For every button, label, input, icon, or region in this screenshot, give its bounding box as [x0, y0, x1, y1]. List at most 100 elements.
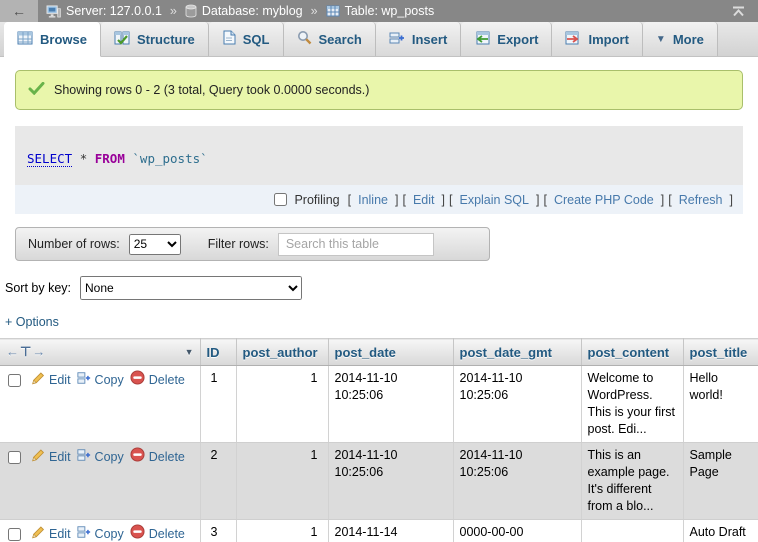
structure-icon	[114, 31, 130, 48]
bracket: [	[348, 193, 351, 207]
tab-bar: Browse Structure SQL Search Insert Expor…	[0, 22, 758, 57]
column-header-post-author[interactable]: post_author	[236, 339, 328, 366]
copy-label: Copy	[95, 449, 124, 466]
delete-label: Delete	[149, 372, 185, 389]
search-icon	[297, 30, 312, 48]
column-header-id[interactable]: ID	[200, 339, 236, 366]
options-toggle-link[interactable]: + Options	[5, 315, 59, 329]
edit-row-link[interactable]: Edit	[31, 448, 71, 467]
cell-post-content	[581, 520, 683, 542]
inline-link[interactable]: Inline	[358, 193, 388, 207]
sort-by-key-select[interactable]: None	[80, 276, 302, 300]
bracket: [	[668, 193, 671, 207]
column-header-post-content[interactable]: post_content	[581, 339, 683, 366]
tab-import[interactable]: Import	[552, 22, 642, 56]
delete-label: Delete	[149, 526, 185, 542]
sql-file-icon	[222, 30, 236, 48]
import-icon	[565, 31, 581, 48]
back-button[interactable]: ←	[0, 0, 38, 22]
tab-search[interactable]: Search	[284, 22, 376, 56]
refresh-link[interactable]: Refresh	[679, 193, 723, 207]
tab-insert[interactable]: Insert	[376, 22, 461, 56]
filter-rows-label: Filter rows:	[208, 237, 269, 251]
cell-post-date: 2014-11-10 10:25:06	[328, 366, 453, 443]
number-of-rows-label: Number of rows:	[28, 237, 120, 251]
breadcrumb-server[interactable]: Server: 127.0.0.1	[66, 4, 162, 18]
table-row: Edit Copy Delete 1 1 2014-11-10 10:25:06…	[0, 366, 758, 443]
delete-row-link[interactable]: Delete	[130, 370, 185, 390]
tab-label: More	[673, 32, 704, 47]
results-table: ←⊤→ ▼ ID post_author post_date post_date…	[0, 338, 758, 542]
edit-row-link[interactable]: Edit	[31, 371, 71, 390]
filter-rows-input[interactable]	[278, 233, 434, 256]
edit-label: Edit	[49, 526, 71, 542]
breadcrumb-separator: »	[311, 4, 318, 18]
edit-query-link[interactable]: Edit	[413, 193, 435, 207]
browse-table-icon	[17, 31, 33, 48]
tab-sql[interactable]: SQL	[209, 22, 284, 56]
tab-more[interactable]: ▼ More	[643, 22, 718, 56]
tab-label: Structure	[137, 32, 195, 47]
table-row: Edit Copy Delete 3 1 2014-11-14 06:33:38…	[0, 520, 758, 542]
row-checkbox[interactable]	[8, 451, 21, 464]
row-options-bar: Number of rows: 25 Filter rows:	[15, 227, 490, 261]
delete-row-link[interactable]: Delete	[130, 447, 185, 467]
copy-row-link[interactable]: Copy	[77, 525, 124, 542]
tab-label: Insert	[412, 32, 447, 47]
actions-dropdown-icon[interactable]: ▼	[185, 347, 194, 357]
pencil-icon	[31, 525, 45, 542]
cell-post-date-gmt: 0000-00-00 00:00:00	[453, 520, 581, 542]
explain-sql-link[interactable]: Explain SQL	[459, 193, 528, 207]
row-checkbox[interactable]	[8, 374, 21, 387]
column-visibility-widget[interactable]: ←⊤→	[6, 344, 46, 360]
tab-label: Search	[319, 32, 362, 47]
cell-post-date: 2014-11-10 10:25:06	[328, 443, 453, 520]
copy-row-link[interactable]: Copy	[77, 448, 124, 467]
sql-query-box: SELECT * FROM `wp_posts`	[15, 126, 743, 185]
column-header-post-date[interactable]: post_date	[328, 339, 453, 366]
row-checkbox[interactable]	[8, 528, 21, 541]
profiling-checkbox[interactable]	[274, 193, 287, 206]
cell-post-author: 1	[236, 366, 328, 443]
copy-icon	[77, 448, 91, 467]
number-of-rows-select[interactable]: 25	[129, 234, 181, 255]
success-check-icon	[28, 82, 45, 98]
cell-post-date: 2014-11-14 06:33:38	[328, 520, 453, 542]
column-header-post-title[interactable]: post_title	[683, 339, 758, 366]
bracket: ]	[442, 193, 445, 207]
bracket: ]	[395, 193, 398, 207]
chevron-down-icon: ▼	[656, 34, 666, 45]
pencil-icon	[31, 371, 45, 390]
pencil-icon	[31, 448, 45, 467]
create-php-code-link[interactable]: Create PHP Code	[554, 193, 654, 207]
tab-label: Browse	[40, 32, 87, 47]
collapse-panel-icon[interactable]	[731, 6, 746, 17]
copy-row-link[interactable]: Copy	[77, 371, 124, 390]
sql-keyword-select[interactable]: SELECT	[27, 151, 72, 167]
bracket: ]	[661, 193, 664, 207]
tab-label: Import	[588, 32, 628, 47]
edit-row-link[interactable]: Edit	[31, 525, 71, 542]
tab-label: SQL	[243, 32, 270, 47]
breadcrumb-table[interactable]: Table: wp_posts	[345, 4, 435, 18]
cell-post-title: Auto Draft	[683, 520, 758, 542]
sql-star: *	[80, 151, 88, 166]
edit-label: Edit	[49, 449, 71, 466]
export-icon	[474, 31, 490, 48]
tab-browse[interactable]: Browse	[4, 22, 101, 57]
copy-label: Copy	[95, 372, 124, 389]
cell-post-author: 1	[236, 520, 328, 542]
status-message-text: Showing rows 0 - 2 (3 total, Query took …	[54, 83, 369, 97]
cell-post-title: Hello world!	[683, 366, 758, 443]
column-header-post-date-gmt[interactable]: post_date_gmt	[453, 339, 581, 366]
delete-row-link[interactable]: Delete	[130, 524, 185, 542]
delete-icon	[130, 447, 145, 467]
breadcrumb-database[interactable]: Database: myblog	[202, 4, 303, 18]
status-message: Showing rows 0 - 2 (3 total, Query took …	[15, 70, 743, 110]
tab-structure[interactable]: Structure	[101, 22, 209, 56]
copy-label: Copy	[95, 526, 124, 542]
cell-post-content: This is an example page. It's different …	[581, 443, 683, 520]
copy-icon	[77, 525, 91, 542]
tab-label: Export	[497, 32, 538, 47]
tab-export[interactable]: Export	[461, 22, 552, 56]
